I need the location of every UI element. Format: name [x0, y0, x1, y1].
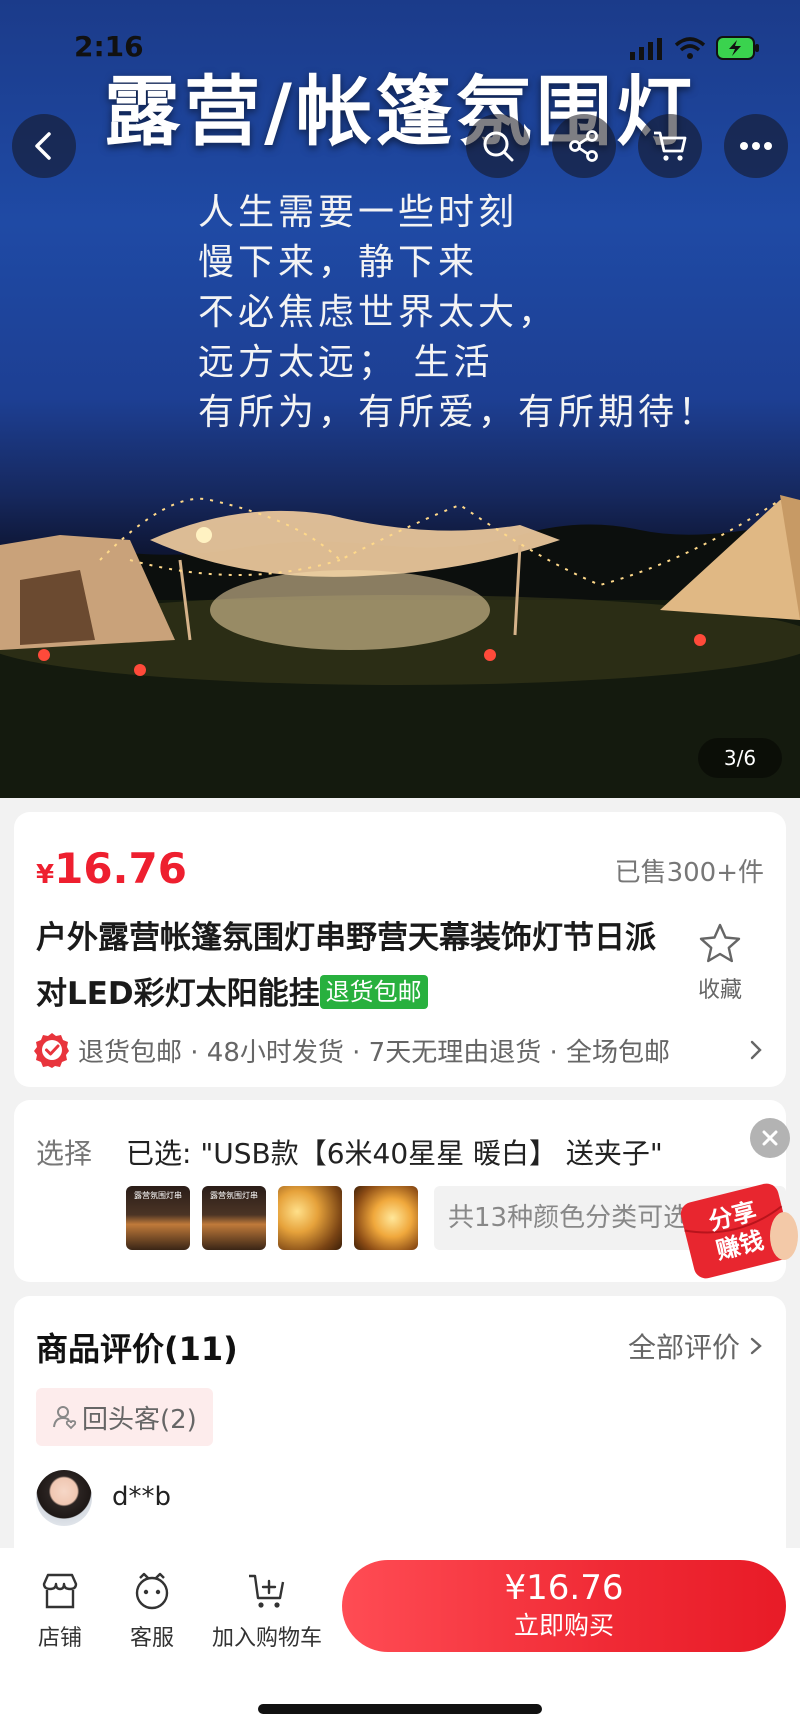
star-icon — [699, 923, 741, 963]
share-icon — [569, 130, 598, 162]
favorite-button[interactable]: 收藏 — [688, 922, 752, 1004]
poem-line: 慢下来，静下来 — [198, 242, 479, 283]
poem-line: 人生需要一些时刻 — [198, 192, 519, 233]
store-button[interactable]: 店铺 — [34, 1572, 86, 1652]
service-text: 退货包邮 · 48小时发货 · 7天无理由退货 · 全场包邮 — [78, 1037, 671, 1068]
chat-bot-icon — [135, 1572, 169, 1610]
buy-label: 立即购买 — [513, 1611, 614, 1640]
returning-customer-label: 回头客(2) — [82, 1404, 197, 1435]
product-info-card: ¥16.76 已售300+件 户外露营帐篷氛围灯串野营天幕装饰灯节日派对LED彩… — [14, 812, 786, 1087]
user-heart-icon — [53, 1406, 77, 1430]
favorite-label: 收藏 — [697, 978, 742, 1003]
poem-line: 不必焦虑世界太大， — [198, 292, 559, 333]
customer-service-button[interactable]: 客服 — [124, 1572, 180, 1652]
reviewer-avatar — [36, 1470, 92, 1526]
share-earn-badge[interactable]: 分享 赚钱 — [676, 1178, 800, 1282]
search-icon — [483, 131, 514, 162]
sku-thumbnails: 露营氛围灯串 露营氛围灯串 — [126, 1186, 418, 1250]
close-icon — [762, 1130, 778, 1146]
close-button[interactable] — [750, 1118, 790, 1158]
thumbnail-caption: 露营氛围灯串 — [210, 1191, 258, 1200]
service-guarantee-row[interactable]: 退货包邮 · 48小时发货 · 7天无理由退货 · 全场包邮 — [34, 1030, 766, 1070]
cart-icon — [654, 131, 687, 161]
guarantee-check-icon — [34, 1033, 69, 1068]
back-icon — [35, 132, 51, 160]
sku-thumbnail[interactable]: 露营氛围灯串 — [126, 1186, 190, 1250]
back-button[interactable] — [12, 114, 76, 178]
red-envelope-icon: 分享 赚钱 — [680, 1183, 798, 1279]
cart-button[interactable] — [638, 114, 702, 178]
add-cart-icon — [249, 1574, 285, 1608]
thumbnail-caption: 露营氛围灯串 — [134, 1191, 182, 1200]
store-label: 店铺 — [37, 1626, 82, 1651]
add-to-cart-button[interactable]: 加入购物车 — [212, 1572, 322, 1652]
bottom-action-bar: 店铺 客服 加入购物车 ¥16.76 立即购买 — [0, 1548, 800, 1729]
image-counter: 3/6 — [698, 738, 782, 778]
poem-line: 远方太远； 生活 — [198, 342, 494, 383]
chevron-right-icon — [750, 1337, 762, 1355]
sold-count: 已售300+件 — [614, 858, 764, 888]
store-icon — [42, 1573, 78, 1609]
poem-line: 有所为，有所爱，有所期待！ — [198, 392, 719, 433]
sku-thumbnail[interactable] — [354, 1186, 418, 1250]
selected-sku: 已选: "USB款【6米40星星 暖白】 送夹子" — [126, 1137, 663, 1170]
chevron-right-icon — [750, 1040, 762, 1060]
add-to-cart-label: 加入购物车 — [212, 1626, 323, 1651]
all-reviews-link[interactable]: 全部评价 — [628, 1326, 764, 1366]
buy-now-button[interactable]: ¥16.76 立即购买 — [342, 1560, 786, 1652]
hero-poem: 人生需要一些时刻 慢下来，静下来 不必焦虑世界太大， 远方太远； 生活 有所为，… — [198, 188, 718, 438]
sku-selection-card[interactable]: 选择 已选: "USB款【6米40星星 暖白】 送夹子" 露营氛围灯串 露营氛围… — [14, 1100, 790, 1282]
all-reviews-label: 全部评价 — [627, 1331, 740, 1364]
free-return-badge: 退货包邮 — [319, 975, 428, 1009]
customer-service-label: 客服 — [129, 1626, 174, 1651]
buy-price: ¥16.76 — [504, 1568, 624, 1608]
product-title: 户外露营帐篷氛围灯串野营天幕装饰灯节日派对LED彩灯太阳能挂 退货包邮 — [36, 910, 656, 1022]
more-button[interactable] — [724, 114, 788, 178]
sku-thumbnail[interactable] — [278, 1186, 342, 1250]
product-price: ¥16.76 — [36, 844, 187, 893]
more-icon — [740, 142, 772, 150]
search-button[interactable] — [466, 114, 530, 178]
selection-label: 选择 — [36, 1137, 93, 1170]
sku-thumbnail[interactable]: 露营氛围灯串 — [202, 1186, 266, 1250]
reviews-title: 商品评价(11) — [36, 1330, 238, 1368]
home-indicator — [258, 1704, 542, 1714]
share-button[interactable] — [552, 114, 616, 178]
price-value: 16.76 — [54, 844, 187, 893]
reviewer-name: d**b — [112, 1482, 172, 1512]
currency-symbol: ¥ — [36, 860, 55, 890]
product-image-carousel[interactable]: 2:16 露营/帐篷氛围灯 人生需要一些时刻 慢下来，静下来 不必焦虑世界太大，… — [0, 0, 800, 798]
returning-customer-tag[interactable]: 回头客(2) — [36, 1388, 213, 1446]
